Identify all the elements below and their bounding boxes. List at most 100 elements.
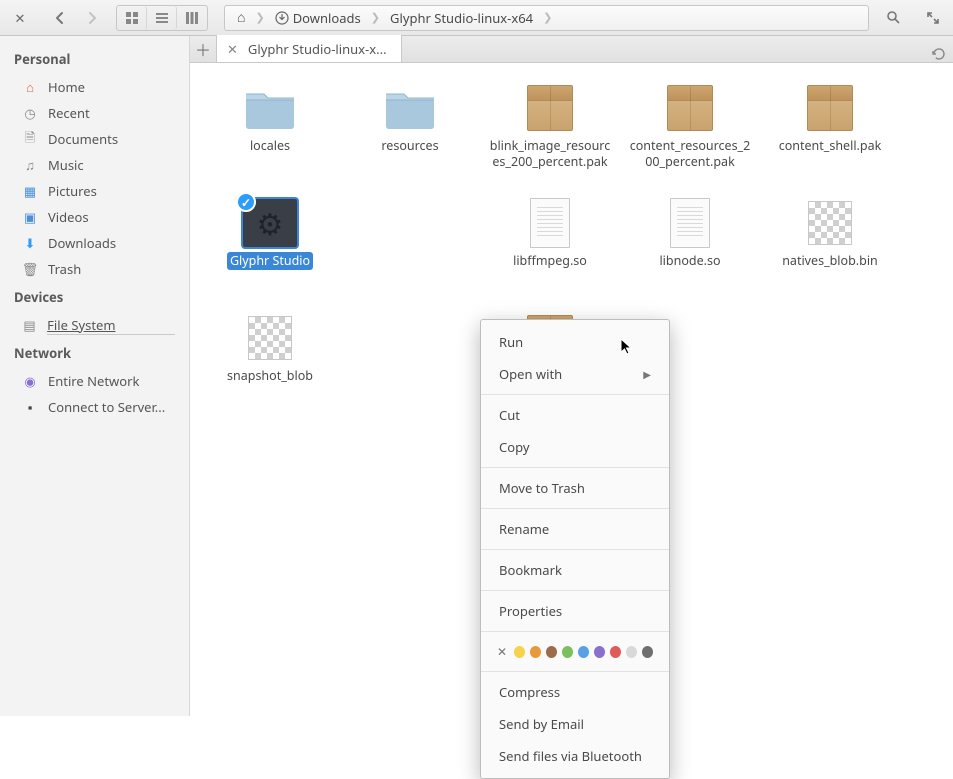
chevron-right-icon: ❯ <box>543 10 552 25</box>
context-menu-item[interactable]: Compress <box>481 676 669 708</box>
sidebar-item-filesystem[interactable]: ▤ File System <box>0 312 189 338</box>
sidebar-section-network: Network <box>0 338 189 368</box>
file-item[interactable]: blink_image_resources_200_percent.pak <box>480 81 620 196</box>
sidebar-item-home[interactable]: ⌂ Home <box>0 74 189 100</box>
sidebar-item-entire-network[interactable]: ◉ Entire Network <box>0 368 189 394</box>
sidebar-item-trash[interactable]: 🗑 Trash <box>0 256 189 282</box>
sidebar-item-label: Music <box>48 156 84 174</box>
sidebar: Personal ⌂ Home ◷ Recent 🗎 Documents ♫ M… <box>0 36 190 716</box>
context-menu-item[interactable]: Send by Email <box>481 708 669 740</box>
sidebar-item-documents[interactable]: 🗎 Documents <box>0 126 189 152</box>
context-menu-label: Bookmark <box>499 561 562 579</box>
file-item[interactable]: locales <box>200 81 340 196</box>
checkmark-badge-icon: ✓ <box>236 192 256 212</box>
context-menu-label: Send by Email <box>499 715 584 733</box>
sidebar-item-label: File System <box>47 316 175 335</box>
context-menu-item[interactable]: Rename <box>481 513 669 545</box>
context-tags-row: ✕ <box>481 636 669 667</box>
color-tag[interactable] <box>562 646 573 658</box>
sidebar-item-label: Downloads <box>48 234 116 252</box>
file-label: content_resources_200_percent.pak <box>625 137 755 170</box>
nav-forward-button[interactable] <box>78 5 106 31</box>
file-label: snapshot_blob <box>224 367 316 385</box>
color-tag[interactable] <box>626 646 637 658</box>
breadcrumb-label: Glyphr Studio-linux-x64 <box>390 9 533 27</box>
music-icon: ♫ <box>22 157 38 173</box>
context-menu-item[interactable]: Open with ▶ <box>481 358 669 390</box>
color-tag[interactable] <box>546 646 557 658</box>
breadcrumb-home[interactable]: ⌂ <box>229 6 253 30</box>
breadcrumb-current[interactable]: Glyphr Studio-linux-x64 <box>382 6 541 30</box>
path-bar: ⌂ ❯ Downloads ❯ Glyphr Studio-linux-x64 … <box>224 5 869 31</box>
context-menu-label: Send files via Bluetooth <box>499 747 642 765</box>
search-button[interactable] <box>879 5 907 31</box>
sidebar-item-downloads[interactable]: ⬇ Downloads <box>0 230 189 256</box>
file-item[interactable]: libnode.so <box>620 196 760 311</box>
color-tag[interactable] <box>530 646 541 658</box>
breadcrumb-label: Downloads <box>293 9 361 27</box>
context-menu-label: Run <box>499 333 523 351</box>
file-item[interactable]: snapshot_blob <box>200 311 340 426</box>
context-menu-item[interactable]: Bookmark <box>481 554 669 586</box>
context-menu-item[interactable]: Send files via Bluetooth <box>481 740 669 772</box>
context-menu-label: Move to Trash <box>499 479 585 497</box>
breadcrumb-downloads[interactable]: Downloads <box>267 6 369 30</box>
context-menu-label: Open with <box>499 365 562 383</box>
file-item[interactable]: resources <box>340 81 480 196</box>
globe-icon: ◉ <box>22 373 38 389</box>
content-area: ＋ ✕ Glyphr Studio-linux-x... locales res… <box>190 36 953 716</box>
sidebar-item-label: Documents <box>48 130 118 148</box>
sidebar-item-label: Pictures <box>48 182 97 200</box>
context-menu-item[interactable]: Run <box>481 326 669 358</box>
color-tag[interactable] <box>642 646 653 658</box>
nav-back-button[interactable] <box>46 5 74 31</box>
context-menu-item[interactable]: Move to Trash <box>481 472 669 504</box>
color-tag[interactable] <box>514 646 525 658</box>
file-label: resources <box>378 137 441 155</box>
sidebar-item-recent[interactable]: ◷ Recent <box>0 100 189 126</box>
sidebar-item-videos[interactable]: ▣ Videos <box>0 204 189 230</box>
download-icon: ⬇ <box>22 235 38 251</box>
clear-tag-icon[interactable]: ✕ <box>497 643 507 660</box>
file-label: Glyphr Studio <box>227 252 313 270</box>
sidebar-item-connect-server[interactable]: ▪ Connect to Server... <box>0 394 189 420</box>
close-tab-icon[interactable]: ✕ <box>227 40 238 58</box>
color-tag[interactable] <box>594 646 605 658</box>
file-label: content_shell.pak <box>776 137 885 155</box>
file-label: natives_blob.bin <box>779 252 881 270</box>
file-grid[interactable]: locales resources blink_image_resources_2… <box>190 63 953 716</box>
sidebar-section-devices: Devices <box>0 282 189 312</box>
sidebar-item-label: Entire Network <box>48 372 139 390</box>
context-menu: Run Open with ▶ Cut Copy Move to Trash R… <box>480 319 670 779</box>
file-item[interactable]: ✓ ⚙ Glyphr Studio <box>200 196 340 311</box>
trash-icon: 🗑 <box>22 261 38 277</box>
context-menu-item[interactable]: Properties <box>481 595 669 627</box>
search-icon <box>886 10 901 25</box>
sidebar-section-personal: Personal <box>0 44 189 74</box>
view-columns-button[interactable] <box>177 6 207 30</box>
context-menu-item[interactable]: Copy <box>481 431 669 463</box>
close-window-button[interactable]: ✕ <box>6 5 34 31</box>
tab-bar: ＋ ✕ Glyphr Studio-linux-x... <box>190 36 953 63</box>
server-icon: ▪ <box>22 399 38 415</box>
expand-icon <box>926 11 940 25</box>
file-item[interactable]: content_shell.pak <box>760 81 900 196</box>
restore-tab-button[interactable] <box>923 46 953 62</box>
tab-current[interactable]: ✕ Glyphr Studio-linux-x... <box>217 35 402 62</box>
maximize-button[interactable] <box>919 5 947 31</box>
view-icons-button[interactable] <box>117 6 147 30</box>
view-list-button[interactable] <box>147 6 177 30</box>
new-tab-button[interactable]: ＋ <box>190 35 217 62</box>
color-tag[interactable] <box>610 646 621 658</box>
undo-icon <box>930 46 946 62</box>
color-tag[interactable] <box>578 646 589 658</box>
file-item[interactable]: content_resources_200_percent.pak <box>620 81 760 196</box>
sidebar-item-label: Recent <box>48 104 90 122</box>
sidebar-item-music[interactable]: ♫ Music <box>0 152 189 178</box>
file-item[interactable]: natives_blob.bin <box>760 196 900 311</box>
sidebar-item-pictures[interactable]: ▦ Pictures <box>0 178 189 204</box>
tab-label: Glyphr Studio-linux-x... <box>248 40 387 58</box>
file-item[interactable]: libffmpeg.so <box>480 196 620 311</box>
context-menu-item[interactable]: Cut <box>481 399 669 431</box>
view-mode-group <box>116 5 208 31</box>
